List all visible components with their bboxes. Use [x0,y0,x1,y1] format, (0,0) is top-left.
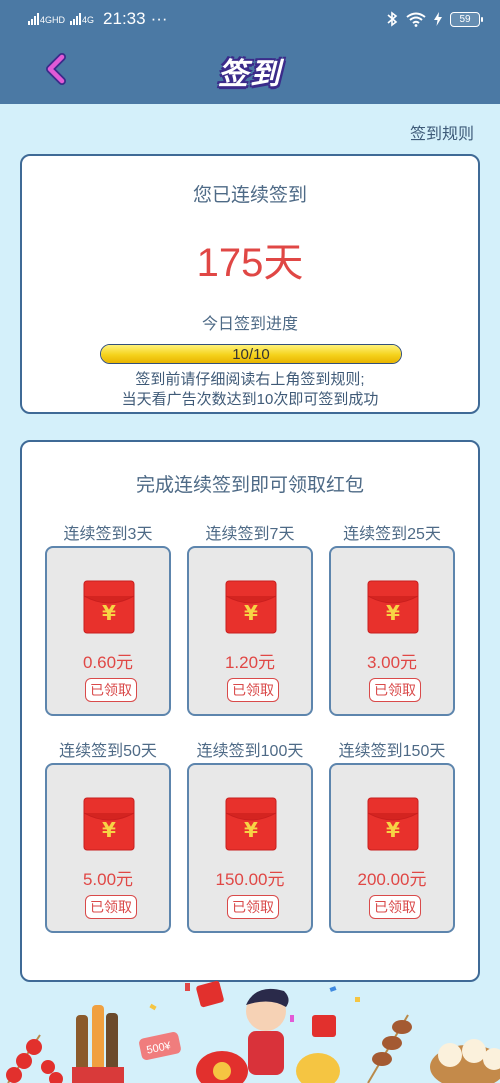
streak-value: 175天 [196,241,304,285]
reward-amount: 200.00元 [357,870,427,889]
signal-4ghd-icon: 4GHD [28,13,65,25]
back-button[interactable] [38,51,74,87]
status-bar: 4GHD 4G 21:33 ··· 59 [0,0,500,38]
streak-card: 您已连续签到 175天 今日签到进度 10/10 签到前请仔细阅读右上角签到规则… [20,154,480,414]
reward-day-label: 连续签到7天 [205,526,295,543]
status-more: ··· [150,9,168,28]
red-envelope-icon: ¥ [83,580,135,634]
svg-text:¥: ¥ [102,601,116,625]
red-envelope-icon: ¥ [83,797,135,851]
rules-link[interactable]: 签到规则 [410,120,474,144]
reward-box: ¥ 150.00元 已领取 [187,763,313,933]
status-right: 59 [386,11,483,27]
claim-button[interactable]: 已领取 [85,895,137,919]
sign-in-notice: 签到前请仔细阅读右上角签到规则; 当天看广告次数达到10次即可签到成功 [22,370,478,410]
signal-2-label: 4G [82,15,95,25]
chevron-left-icon [46,53,66,85]
reward-day-label: 连续签到50天 [59,743,157,760]
reward-day-label: 连续签到3天 [63,526,153,543]
svg-text:¥: ¥ [244,601,258,625]
nav-bar: 签到 [0,38,500,104]
reward-amount: 150.00元 [215,870,285,889]
svg-text:¥: ¥ [386,601,400,625]
svg-text:¥: ¥ [386,818,400,842]
red-envelope-icon: ¥ [225,797,277,851]
svg-text:¥: ¥ [102,818,116,842]
claim-button[interactable]: 已领取 [227,895,279,919]
page-title: 签到 [218,58,282,91]
reward-amount: 1.20元 [224,653,276,672]
bluetooth-icon [387,11,398,27]
reward-box: ¥ 200.00元 已领取 [329,763,455,933]
reward-day-label: 连续签到150天 [338,743,446,760]
notice-line-1: 签到前请仔细阅读右上角签到规则; [135,371,365,388]
progress-bar: 10/10 [100,344,402,364]
rewards-card: 完成连续签到即可领取红包 连续签到3天 ¥ 0.60元 已领取 连续签到7天 ¥… [20,440,480,982]
reward-day-label: 连续签到100天 [196,743,304,760]
signal-1-label: 4GHD [40,15,66,25]
progress-label: 今日签到进度 [201,316,298,333]
reward-box: ¥ 5.00元 已领取 [45,763,171,933]
rewards-title: 完成连续签到即可领取红包 [135,475,364,496]
progress-text: 10/10 [232,345,270,363]
claim-button[interactable]: 已领取 [369,678,421,702]
reward-day-label: 连续签到25天 [343,526,441,543]
reward-box: ¥ 3.00元 已领取 [329,546,455,716]
claim-button[interactable]: 已领取 [85,678,137,702]
reward-box: ¥ 1.20元 已领取 [187,546,313,716]
notice-line-2: 当天看广告次数达到10次即可签到成功 [121,391,379,408]
festive-decoration: 500¥ [6,980,500,1083]
reward-amount: 0.60元 [82,653,134,672]
streak-label: 您已连续签到 [192,185,307,206]
red-envelope-icon: ¥ [367,580,419,634]
charging-icon [434,12,442,26]
reward-amount: 3.00元 [366,653,418,672]
red-envelope-icon: ¥ [367,797,419,851]
claim-button[interactable]: 已领取 [227,678,279,702]
reward-box: ¥ 0.60元 已领取 [45,546,171,716]
signal-4g-icon: 4G [70,13,94,25]
status-left: 4GHD 4G 21:33 ··· [28,9,168,29]
battery-icon: 59 [450,11,483,27]
red-envelope-icon: ¥ [225,580,277,634]
reward-amount: 5.00元 [82,870,134,889]
status-time: 21:33 [103,9,146,28]
claim-button[interactable]: 已领取 [369,895,421,919]
wifi-icon [406,12,426,27]
battery-level: 59 [459,13,471,25]
svg-text:¥: ¥ [244,818,258,842]
